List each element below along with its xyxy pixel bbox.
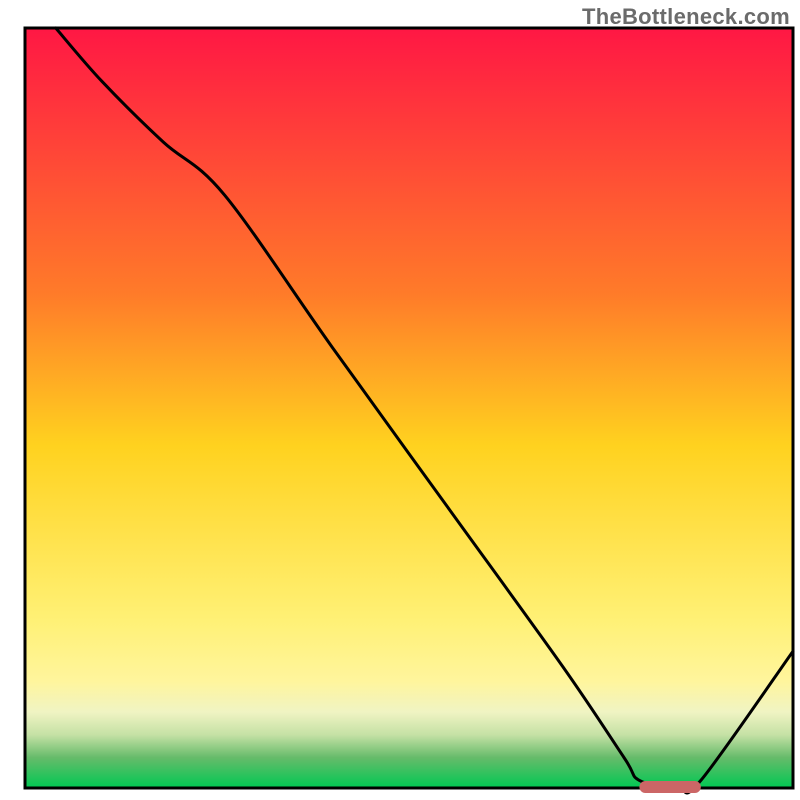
gradient-background: [25, 28, 793, 788]
watermark-text: TheBottleneck.com: [582, 4, 790, 30]
chart-container: TheBottleneck.com: [0, 0, 800, 800]
optimal-marker: [639, 781, 700, 793]
chart-svg: [0, 0, 800, 800]
